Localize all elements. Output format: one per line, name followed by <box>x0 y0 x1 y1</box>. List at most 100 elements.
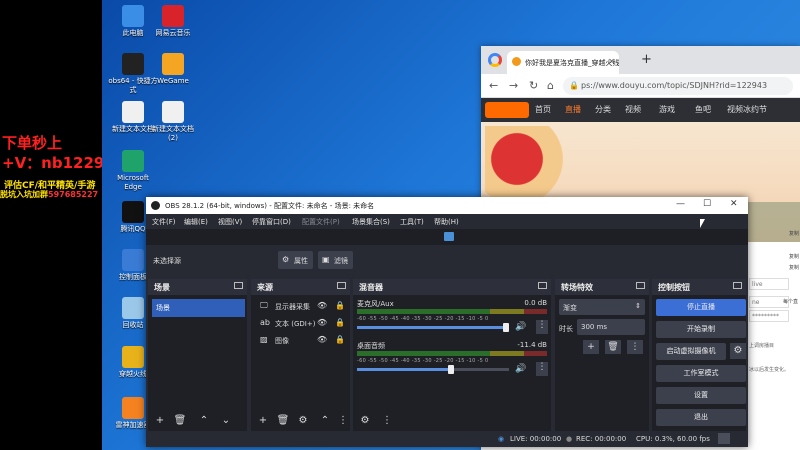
studio-mode-button[interactable]: 工作室模式 <box>656 365 746 382</box>
reload-icon[interactable]: ↻ <box>529 79 538 92</box>
side-note-right: 每个直 <box>783 299 799 305</box>
home-icon[interactable]: ⌂ <box>547 79 554 92</box>
lock-icon[interactable]: 🔒 <box>335 301 345 310</box>
side-field-live[interactable]: live <box>749 278 789 290</box>
settings-button[interactable]: 设置 <box>656 387 746 404</box>
menu-file[interactable]: 文件(F) <box>152 217 176 227</box>
start-virtual-camera-button[interactable]: 启动虚拟摄像机 <box>656 343 726 360</box>
undock-icon[interactable] <box>636 282 645 289</box>
speaker-icon[interactable]: 🔊 <box>515 364 526 374</box>
lock-icon[interactable]: 🔒 <box>335 318 345 327</box>
stop-streaming-button[interactable]: 停止直播 <box>656 299 746 316</box>
menu-tools[interactable]: 工具(T) <box>400 217 424 227</box>
remove-transition-icon[interactable]: 🗑 <box>605 340 621 354</box>
mouse-cursor-icon <box>700 219 705 228</box>
back-icon[interactable]: ← <box>489 79 498 92</box>
source-item[interactable]: ab 文本 (GDI+) 👁 🔒 <box>255 316 351 331</box>
desktop-icon[interactable]: WeGame <box>148 53 198 86</box>
site-nav-live[interactable]: 直播 <box>565 104 581 115</box>
scenes-toolbar: + 🗑 ⌃ ⌄ <box>148 411 247 431</box>
undock-icon[interactable] <box>234 282 243 289</box>
transition-select[interactable]: 渐变 ⇕ <box>559 299 645 315</box>
close-tab-icon[interactable]: ✕ <box>608 57 615 66</box>
obs-preview-area[interactable] <box>146 229 748 245</box>
forward-icon[interactable]: → <box>509 79 518 92</box>
source-item[interactable]: ▨ 图像 👁 🔒 <box>255 333 351 348</box>
source-settings-gear-icon[interactable]: ⚙ <box>295 413 311 429</box>
visibility-eye-icon[interactable]: 👁 <box>317 335 327 344</box>
address-bar[interactable]: 🔒 ps://www.douyu.com/topic/SDJNH?rid=122… <box>563 77 793 95</box>
undock-icon[interactable] <box>538 282 547 289</box>
move-up-icon[interactable]: ⌃ <box>196 413 212 429</box>
crossfire-icon <box>122 346 144 368</box>
obs-menu-bar: 文件(F) 编辑(E) 视图(V) 停靠窗口(D) 配置文件(P) 场景集合(S… <box>146 214 748 229</box>
desktop-icon[interactable]: 新建文本文档 (2) <box>148 101 198 143</box>
source-context-bar: 未选择源 ⚙ 属性 ▣ 滤镜 <box>146 245 748 275</box>
maximize-icon[interactable]: ☐ <box>703 199 711 209</box>
site-nav-yuba[interactable]: 鱼吧 <box>695 104 711 115</box>
start-recording-button[interactable]: 开始录制 <box>656 321 746 338</box>
menu-scene-collection[interactable]: 场景集合(S) <box>352 217 390 227</box>
site-nav-festival[interactable]: 视频冰约节 <box>727 104 767 115</box>
minimize-icon[interactable]: — <box>676 199 685 209</box>
add-scene-icon[interactable]: + <box>152 413 168 429</box>
add-source-icon[interactable]: + <box>255 413 271 429</box>
add-transition-icon[interactable]: + <box>583 340 599 354</box>
channel-menu-icon[interactable]: ⋮ <box>536 320 548 334</box>
undock-icon[interactable] <box>337 282 346 289</box>
live-timer: LIVE: 00:00:00 <box>510 435 562 443</box>
volume-slider-handle[interactable] <box>502 323 509 332</box>
new-tab-button[interactable]: + <box>641 52 652 67</box>
move-up-icon[interactable]: ⌃ <box>317 413 333 429</box>
volume-slider[interactable] <box>357 365 509 374</box>
overlay-promo-text-4: 脱坑入坑加群597685227 <box>0 190 99 199</box>
site-nav-game[interactable]: 游戏 <box>659 104 675 115</box>
copy-link-3[interactable]: 复制 <box>789 264 799 271</box>
duration-input[interactable]: 300 ms <box>577 319 645 335</box>
speaker-icon[interactable]: 🔊 <box>515 322 526 332</box>
visibility-eye-icon[interactable]: 👁 <box>317 318 327 327</box>
site-nav-category[interactable]: 分类 <box>595 104 611 115</box>
obs-status-bar: ◉ LIVE: 00:00:00 ● REC: 00:00:00 CPU: 0.… <box>146 431 748 447</box>
menu-help[interactable]: 帮助(H) <box>434 217 459 227</box>
exit-button[interactable]: 退出 <box>656 409 746 426</box>
close-icon[interactable]: ✕ <box>730 199 738 209</box>
filters-button[interactable]: ▣ 滤镜 <box>318 251 353 269</box>
scene-list-item[interactable]: 场景 <box>152 299 245 317</box>
undock-icon[interactable] <box>733 282 742 289</box>
properties-button[interactable]: ⚙ 属性 <box>278 251 313 269</box>
desktop-icon-label: WeGame <box>157 77 189 85</box>
mixer-settings-gear-icon[interactable]: ⚙ <box>357 413 373 429</box>
desktop-icon[interactable]: Microsoft Edge <box>108 150 158 192</box>
transition-more-icon[interactable]: ⋮ <box>627 340 643 354</box>
desktop-icon[interactable]: 网易云音乐 <box>148 5 198 38</box>
site-nav-video[interactable]: 视频 <box>625 104 641 115</box>
mixer-more-icon[interactable]: ⋮ <box>379 413 395 429</box>
obs-logo-icon <box>151 201 160 210</box>
volume-slider-handle[interactable] <box>448 365 455 374</box>
side-field-password[interactable]: ********* <box>749 310 789 322</box>
site-nav-home[interactable]: 首页 <box>535 104 551 115</box>
move-down-icon[interactable]: ⌄ <box>218 413 234 429</box>
source-item[interactable]: 🖵 显示器采集 👁 🔒 <box>255 299 351 314</box>
music-icon <box>162 5 184 27</box>
menu-edit[interactable]: 编辑(E) <box>184 217 208 227</box>
sources-toolbar: + 🗑 ⚙ ⌃ ⋮ <box>251 411 350 431</box>
menu-docks[interactable]: 停靠窗口(D) <box>252 217 291 227</box>
copy-link-1[interactable]: 复制 <box>789 230 799 237</box>
mixer-channel-desktop: 桌面音频 -11.4 dB -60 -55 -50 -45 -40 -35 -3… <box>357 341 548 381</box>
visibility-eye-icon[interactable]: 👁 <box>317 301 327 310</box>
copy-link-2[interactable]: 复制 <box>789 253 799 260</box>
virtual-camera-settings-gear-icon[interactable]: ⚙ <box>730 343 746 359</box>
remove-scene-icon[interactable]: 🗑 <box>172 413 188 429</box>
menu-view[interactable]: 视图(V) <box>218 217 242 227</box>
remove-source-icon[interactable]: 🗑 <box>275 413 291 429</box>
site-logo[interactable] <box>485 102 529 118</box>
recycle-bin-icon <box>122 297 144 319</box>
channel-menu-icon[interactable]: ⋮ <box>536 362 548 376</box>
browser-tab[interactable]: 你好我是夏洛克直播_穿越火线 ✕ <box>507 51 619 74</box>
lock-icon[interactable]: 🔒 <box>335 335 345 344</box>
menu-profile[interactable]: 配置文件(P) <box>302 217 340 227</box>
source-more-icon[interactable]: ⋮ <box>335 413 351 429</box>
volume-slider[interactable] <box>357 323 509 332</box>
